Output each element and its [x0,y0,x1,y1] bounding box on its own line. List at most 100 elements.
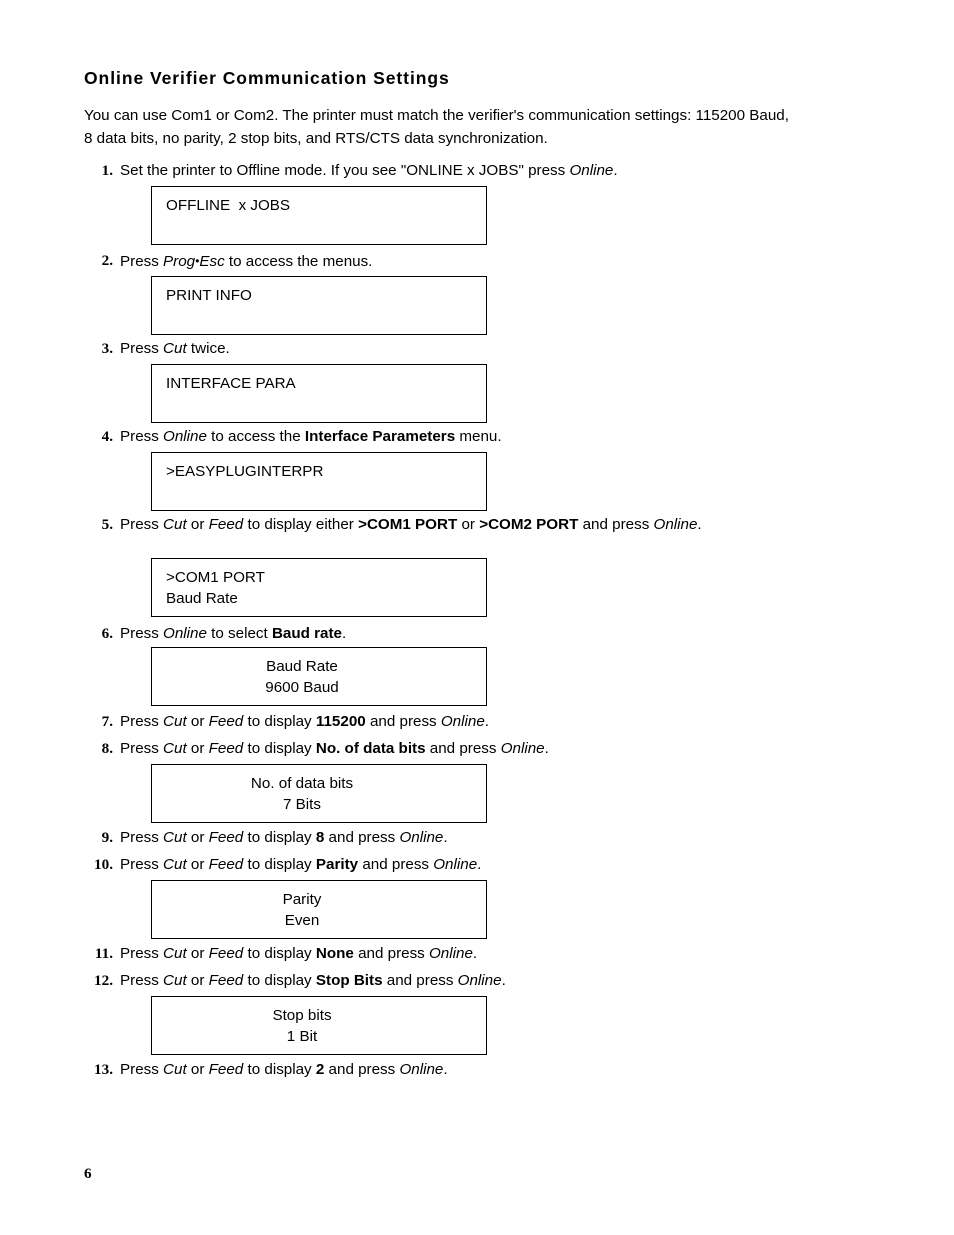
step-text-segment: and press [324,1061,400,1078]
step-text-segment: or [457,516,480,533]
step-text-segment: to access the menus. [224,253,373,270]
step-number: 6. [101,625,113,642]
step-text: Press Online to access the Interface Par… [120,426,809,449]
step-text-segment: to display [243,945,316,962]
step-item: 9. Press Cut or Feed to display 8 and pre… [79,827,809,850]
step-text-segment: and press [358,856,434,873]
step-text: Press Cut or Feed to display 8 and press… [120,827,809,850]
step-text-segment: . [443,1061,448,1078]
step-item: 12. Press Cut or Feed to display Stop Bit… [79,970,809,993]
step-item: 4. Press Online to access the Interface P… [79,426,809,449]
step-text-segment: Interface Parameters [304,428,456,445]
lcd-display-interface-para: INTERFACE PARA [151,364,487,423]
step-text-segment: Feed [208,516,244,533]
step-number: 12. [94,972,113,989]
step-text-segment: to display [243,1061,316,1078]
step-text-segment: . [484,713,489,730]
step-text-segment: or [186,516,209,533]
step-text-segment: Feed [208,972,244,989]
lcd-display-print-info: PRINT INFO [151,276,487,335]
step-text-segment: Press [120,1061,164,1078]
step-text: Press Prog•Esc to access the menus. [120,250,809,274]
step-text-segment: or [186,713,209,730]
step-number: 9. [101,829,113,846]
step-text-segment: Online [399,1061,444,1078]
lcd-display-data-bits: No. of data bits 7 Bits [151,764,487,823]
step-text-segment: . [342,625,347,642]
step-text-segment: or [186,829,209,846]
step-text-segment: Feed [208,1061,244,1078]
step-text: Press Cut or Feed to display either >COM… [120,514,809,537]
step-number: 8. [101,740,113,757]
step-text-segment: and press [382,972,458,989]
step-text-segment: . [472,945,478,962]
step-text-segment: to access the [206,428,305,445]
step-text-segment: Set the printer to Offline mode. If you … [120,162,570,179]
step-text-segment: Cut [163,740,187,757]
lcd-display-baud-rate: Baud Rate 9600 Baud [151,647,487,706]
step-text-segment: Feed [208,740,244,757]
step-text-segment: to display [243,972,316,989]
step-text: Press Cut or Feed to display 2 and press… [120,1059,809,1082]
step-number: 3. [101,340,113,357]
step-text-segment: . [477,856,482,873]
step-text-segment: and press [324,829,400,846]
step-number: 1. [101,162,113,179]
step-item: 2. Press Prog•Esc to access the menus. [79,250,809,274]
lcd-line: >COM1 PORT [166,569,265,586]
step-number: 2. [101,252,113,269]
step-text-segment: Cut [163,713,187,730]
lcd-line: INTERFACE PARA [166,375,296,392]
step-text: Press Cut or Feed to display No. of data… [120,738,809,761]
lcd-display-stop-bits: Stop bits 1 Bit [151,996,487,1055]
step-text-segment: Press [120,516,164,533]
step-number: 11. [94,945,113,962]
step-text-segment: Cut [163,516,187,533]
step-text-segment: Online [433,856,478,873]
step-text-segment: Prog [163,253,196,270]
step-text-segment: Esc [199,253,225,270]
lcd-line: OFFLINE x JOBS [166,197,291,214]
step-text-segment: or [186,945,209,962]
step-item: 8. Press Cut or Feed to display No. of da… [79,738,809,761]
step-number: 5. [101,516,113,533]
document-page: Online Verifier Communication Settings Y… [0,0,954,1235]
lcd-display-com1-port: >COM1 PORT Baud Rate [151,558,487,617]
lcd-line: 1 Bit [286,1028,318,1045]
step-text: Press Cut or Feed to display None and pr… [120,943,809,966]
lcd-line: >EASYPLUGINTERPR [166,463,324,480]
step-text-segment: Stop Bits [315,972,383,989]
lcd-line: PRINT INFO [166,287,252,304]
step-text-segment: Online [500,740,545,757]
step-text-segment: Press [120,253,164,270]
step-text: Press Cut or Feed to display 115200 and … [120,711,809,734]
step-text-segment: 115200 [315,713,366,730]
step-text-segment: to display [243,829,316,846]
step-text-segment: Press [120,945,164,962]
step-text-segment: to display either [243,516,359,533]
step-number: 10. [94,856,113,873]
step-item: 3. Press Cut twice. [79,338,809,361]
page-title: Online Verifier Communication Settings [84,67,450,88]
lcd-display-parity: Parity Even [151,880,487,939]
intro-paragraph: You can use Com1 or Com2. The printer mu… [84,107,789,147]
lcd-line: No. of data bits [250,775,354,792]
step-text-segment: to display [243,740,316,757]
step-text-segment: Feed [208,945,244,962]
step-text-segment: twice. [186,340,230,357]
step-text-segment: Online [440,713,485,730]
step-text-segment: . [613,162,618,179]
step-text: Press Online to select Baud rate. [120,623,809,646]
step-text-segment: or [186,740,209,757]
step-text-segment: and press [425,740,501,757]
lcd-line: 9600 Baud [265,679,339,696]
step-item: 7. Press Cut or Feed to display 115200 an… [79,711,809,734]
step-text-segment: Online [428,945,473,962]
step-text: Set the printer to Offline mode. If you … [120,160,809,183]
page-number: 6 [84,1165,92,1182]
step-text-segment: and press [578,516,654,533]
lcd-display-easyplug: >EASYPLUGINTERPR [151,452,487,511]
step-text-segment: to display [243,713,316,730]
lcd-line: Baud Rate [266,658,338,675]
step-text-segment: No. of data bits [315,740,426,757]
